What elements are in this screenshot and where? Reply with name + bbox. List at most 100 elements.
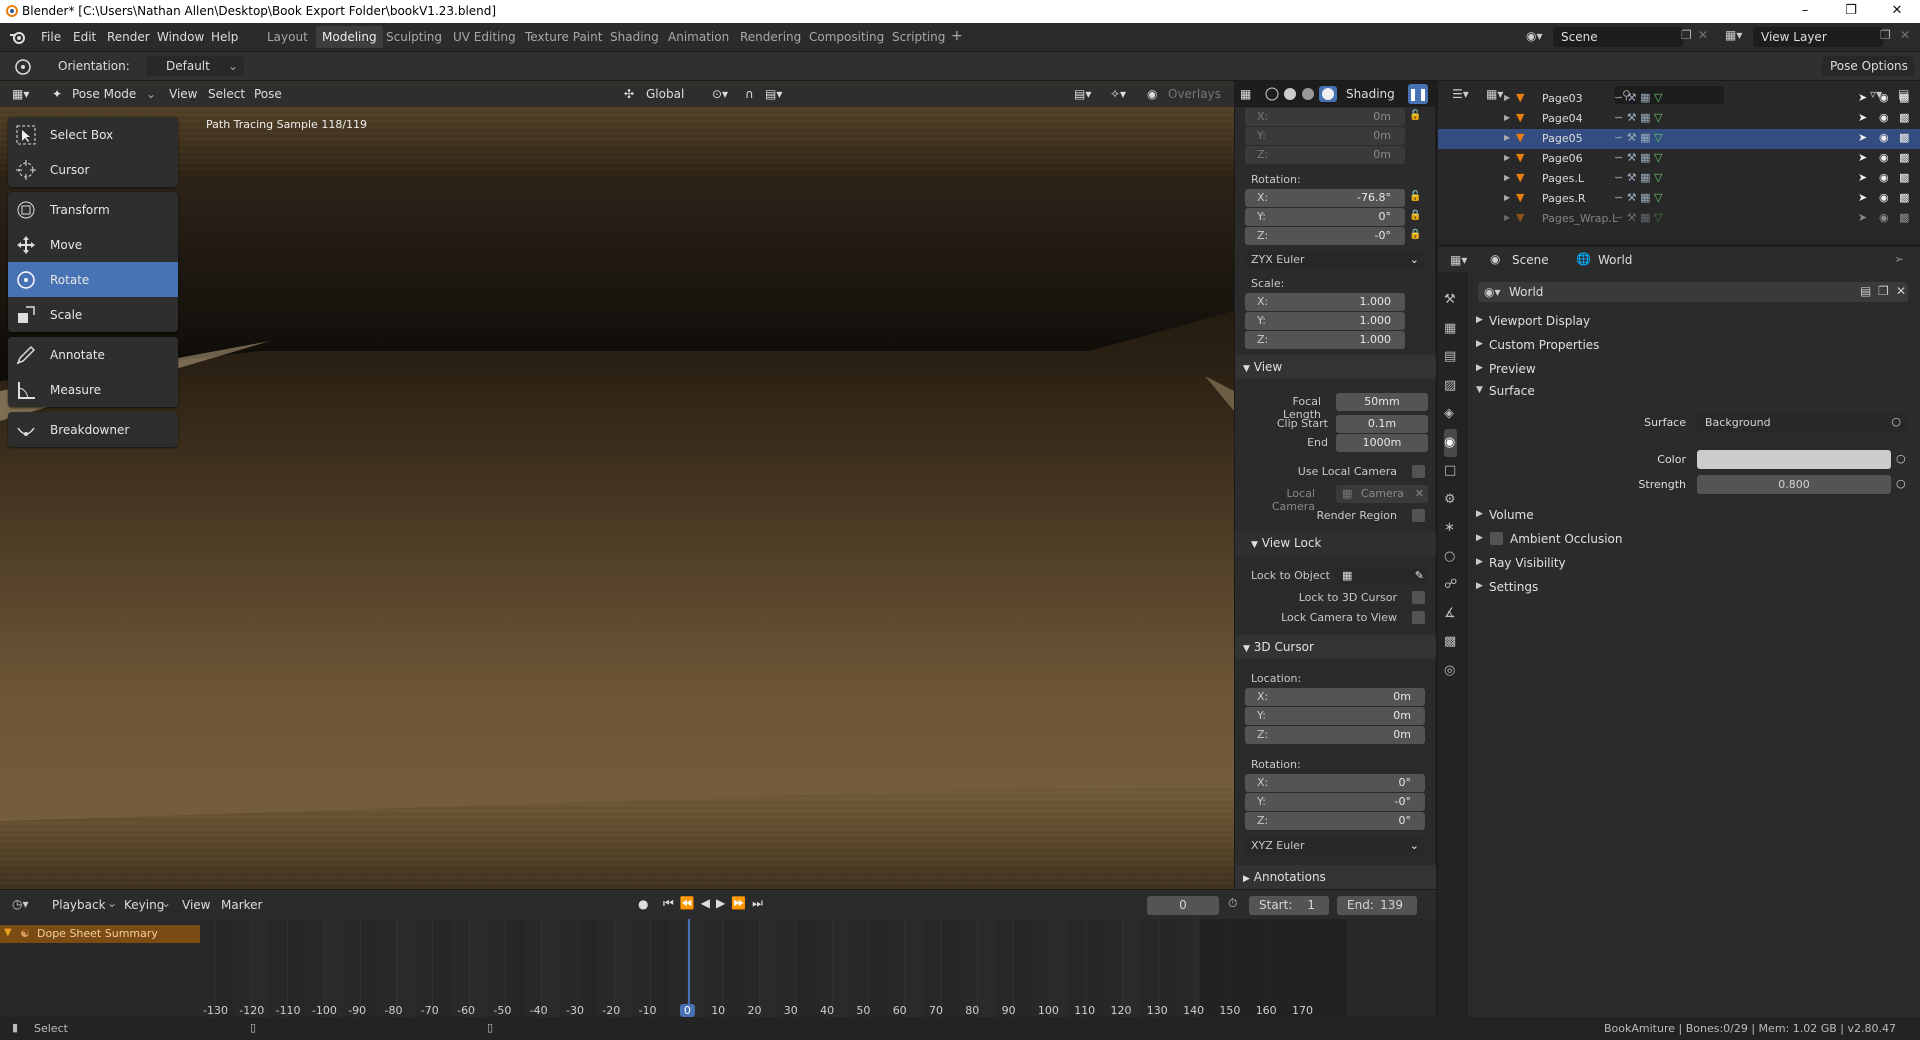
rotate-tool[interactable]: Rotate (8, 262, 178, 297)
output-tab-icon[interactable]: ▤ (1444, 343, 1457, 372)
3d-cursor-header[interactable]: ▼ 3D Cursor (1235, 635, 1436, 659)
outliner-item-name[interactable]: Pages_Wrap.L (1542, 212, 1618, 225)
ambient-occlusion-checkbox[interactable] (1490, 532, 1503, 545)
select-toggle-icon[interactable]: ➤ (1858, 211, 1867, 224)
outliner-item-name[interactable]: Page05 (1542, 132, 1583, 145)
surface-shader-dropdown[interactable]: Background ○ (1697, 413, 1907, 433)
pivot-icon[interactable]: ⊙▾ (712, 87, 728, 101)
tab-animation[interactable]: Animation (662, 26, 735, 48)
clip-start-field[interactable]: 0.1m (1336, 415, 1428, 433)
annotate-tool[interactable]: Annotate (8, 337, 178, 372)
select-toggle-icon[interactable]: ➤ (1858, 171, 1867, 184)
select-toggle-icon[interactable]: ➤ (1858, 131, 1867, 144)
visibility-icon[interactable]: ▤▾ (1074, 87, 1091, 101)
view-layer-field[interactable]: View Layer (1753, 27, 1883, 47)
expand-arrow-icon[interactable]: ▶ (1504, 133, 1510, 142)
lock-icon[interactable]: 🔓 (1409, 191, 1421, 203)
cursor-tool[interactable]: Cursor (8, 152, 178, 187)
color-socket-icon[interactable]: ○ (1896, 452, 1906, 465)
move-tool[interactable]: Move (8, 227, 178, 262)
properties-panel-header[interactable]: ▶ Viewport Display (1470, 310, 1920, 332)
world-datablock-field[interactable]: ◉▾ World ▤ ❐ ✕ (1478, 282, 1908, 302)
view-panel-header[interactable]: ▼ View (1235, 355, 1436, 379)
menu-render[interactable]: Render (107, 30, 150, 44)
properties-editor-icon[interactable]: ▦▾ (1450, 253, 1467, 267)
new-view-layer-icon[interactable]: ❐ (1880, 28, 1891, 42)
end-frame-field[interactable]: End: 139 (1337, 896, 1417, 915)
expand-arrow-icon[interactable]: ▶ (1504, 193, 1510, 202)
world-tab-icon[interactable]: ◉ (1444, 428, 1458, 457)
marker-menu[interactable]: Marker (221, 898, 262, 912)
render-camera-icon[interactable]: ▩ (1899, 111, 1909, 124)
render-region-checkbox[interactable] (1412, 509, 1425, 522)
scale-y-field[interactable]: Y: 1.000 (1245, 312, 1405, 330)
render-camera-icon[interactable]: ▩ (1899, 151, 1909, 164)
clip-end-field[interactable]: 1000m (1336, 434, 1428, 452)
select-toggle-icon[interactable]: ➤ (1858, 151, 1867, 164)
render-camera-icon[interactable]: ▩ (1899, 131, 1909, 144)
visibility-eye-icon[interactable]: ◉ (1879, 171, 1889, 184)
tool-tab-icon[interactable]: ⚒ (1444, 286, 1457, 315)
tab-texture-paint[interactable]: Texture Paint (519, 26, 608, 48)
collapse-arrow-icon[interactable]: ▼ (4, 927, 12, 938)
object-tab-icon[interactable]: □ (1444, 457, 1457, 486)
pose-options-dropdown[interactable]: Pose Options (1822, 56, 1914, 76)
expand-arrow-icon[interactable]: ▶ (1504, 113, 1510, 122)
rotation-x-field[interactable]: X: -76.8° (1245, 189, 1405, 207)
delete-scene-icon[interactable]: ✕ (1698, 28, 1708, 42)
scale-tool[interactable]: Scale (8, 297, 178, 332)
eyedropper-icon[interactable]: ✎ (1415, 567, 1424, 585)
xray-icon[interactable]: ▦ (1240, 87, 1251, 101)
3d-viewport[interactable]: Path Tracing Sample 118/119 (0, 81, 1234, 889)
minimize-button[interactable]: – (1782, 0, 1828, 23)
menu-file[interactable]: File (41, 30, 61, 44)
outliner-item-name[interactable]: Page03 (1542, 92, 1583, 105)
render-camera-icon[interactable]: ▩ (1899, 211, 1909, 224)
unlink-world-icon[interactable]: ✕ (1896, 284, 1906, 298)
pose-menu[interactable]: Pose (254, 87, 282, 101)
render-camera-icon[interactable]: ▩ (1899, 191, 1909, 204)
cursor-location-y-field[interactable]: Y: 0m (1245, 707, 1425, 725)
start-frame-field[interactable]: Start: 1 (1249, 896, 1329, 915)
lock-icon[interactable]: 🔓 (1409, 110, 1421, 122)
render-camera-icon[interactable]: ▩ (1899, 91, 1909, 104)
delete-view-layer-icon[interactable]: ✕ (1900, 28, 1910, 42)
visibility-eye-icon[interactable]: ◉ (1879, 111, 1889, 124)
texture-tab-icon[interactable]: ▩ (1444, 628, 1457, 657)
scale-x-field[interactable]: X: 1.000 (1245, 293, 1405, 311)
gizmo-icon[interactable]: ✧▾ (1110, 87, 1126, 101)
material-tab-icon[interactable]: ◎ (1444, 657, 1457, 686)
view-layer-tab-icon[interactable]: ▨ (1444, 372, 1457, 401)
visibility-eye-icon[interactable]: ◉ (1879, 151, 1889, 164)
blender-menu-icon[interactable] (9, 29, 27, 45)
tab-shading[interactable]: Shading (604, 26, 665, 48)
select-toggle-icon[interactable]: ➤ (1858, 91, 1867, 104)
current-frame-field[interactable]: 0 (1147, 896, 1219, 915)
timeline-view-menu[interactable]: View (182, 898, 210, 912)
cursor-location-z-field[interactable]: Z: 0m (1245, 726, 1425, 744)
rotation-z-field[interactable]: Z: -0° (1245, 227, 1405, 245)
orientation-dropdown[interactable]: Default ⌄ (146, 56, 244, 76)
properties-panel-header[interactable]: ▶ Preview (1470, 358, 1920, 380)
scale-z-field[interactable]: Z: 1.000 (1245, 331, 1405, 349)
shading-mode-buttons[interactable] (1265, 86, 1337, 102)
view-menu[interactable]: View (169, 87, 197, 101)
location-x-field[interactable]: X: 0m (1245, 108, 1405, 126)
dope-sheet-summary-row[interactable]: ▼ ☯ Dope Sheet Summary (0, 925, 200, 943)
pin-icon[interactable]: ➢ (1894, 252, 1904, 266)
properties-panel-header[interactable]: ▶ Volume (1470, 504, 1920, 526)
outliner-item-name[interactable]: Pages.R (1542, 192, 1586, 205)
menu-help[interactable]: Help (211, 30, 238, 44)
constraints-tab-icon[interactable]: ☍ (1444, 571, 1457, 600)
outliner-row[interactable]: ▶ ▼ Pages_Wrap.L ∽ ⚒ ▦ ▽ ➤ ◉ ▩ (1438, 209, 1920, 229)
measure-tool[interactable]: Measure (8, 372, 178, 407)
scene-name-field[interactable]: Scene (1553, 27, 1683, 47)
cursor-location-x-field[interactable]: X: 0m (1245, 688, 1425, 706)
render-tab-icon[interactable]: ▦ (1444, 315, 1457, 344)
lock-icon[interactable]: 🔒 (1409, 229, 1421, 241)
clear-camera-icon[interactable]: ✕ (1415, 485, 1424, 503)
modifier-tab-icon[interactable]: ⚙ (1444, 486, 1457, 515)
timeline-editor-icon[interactable]: ◷▾ (12, 897, 29, 911)
outliner-item-name[interactable]: Page06 (1542, 152, 1583, 165)
restore-button[interactable]: ❐ (1828, 0, 1874, 23)
